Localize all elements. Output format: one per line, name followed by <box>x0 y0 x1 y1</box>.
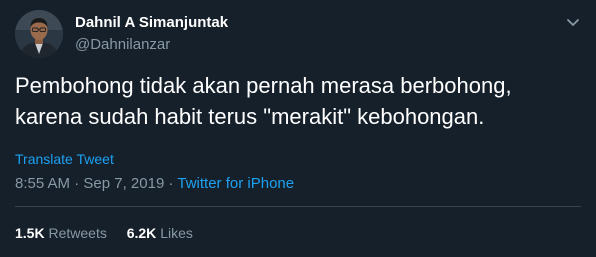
tweet-text: Pembohong tidak akan pernah merasa berbo… <box>15 70 581 132</box>
divider <box>15 206 581 207</box>
tweet-metadata: 8:55 AM · Sep 7, 2019 · Twitter for iPho… <box>15 175 294 193</box>
meta-separator: · <box>168 175 174 192</box>
tweet-time[interactable]: 8:55 AM <box>15 175 70 192</box>
retweets-stat[interactable]: 1.5K Retweets <box>15 224 107 242</box>
author-handle[interactable]: @Dahnilanzar <box>75 36 170 54</box>
tweet-menu-button[interactable] <box>564 13 582 31</box>
retweets-count: 1.5K <box>15 225 45 241</box>
meta-separator: · <box>74 175 80 192</box>
translate-tweet-link[interactable]: Translate Tweet <box>15 150 114 168</box>
likes-count: 6.2K <box>126 225 157 241</box>
likes-stat[interactable]: 6.2K Likes <box>127 224 193 242</box>
tweet-stats: 1.5K Retweets 6.2K Likes <box>15 224 209 242</box>
tweet-source-link[interactable]: Twitter for iPhone <box>177 175 294 192</box>
chevron-down-icon <box>567 19 579 26</box>
avatar[interactable] <box>15 10 63 58</box>
retweets-label: Retweets <box>48 225 107 241</box>
tweet-text-line: Pembohong tidak akan pernah merasa berbo… <box>15 73 512 98</box>
tweet-card: Dahnil A Simanjuntak @Dahnilanzar Pemboh… <box>0 0 596 257</box>
tweet-date[interactable]: Sep 7, 2019 <box>83 175 164 192</box>
author-display-name[interactable]: Dahnil A Simanjuntak <box>75 14 228 32</box>
tweet-text-line: karena sudah habit terus "merakit" keboh… <box>15 104 485 129</box>
likes-label: Likes <box>160 225 193 241</box>
profile-photo-icon <box>15 10 63 58</box>
